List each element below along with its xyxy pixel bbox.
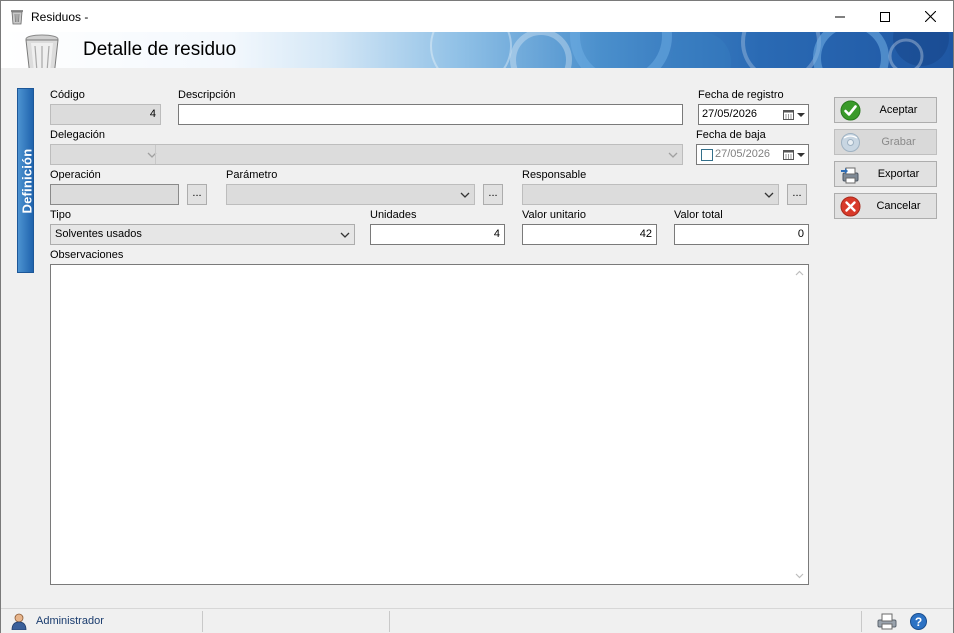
maximize-button[interactable] — [862, 1, 908, 32]
scroll-up-icon[interactable] — [795, 270, 804, 276]
valor-total-field[interactable]: 0 — [674, 224, 809, 245]
maximize-icon — [880, 11, 890, 22]
aceptar-label: Aceptar — [879, 104, 918, 116]
help-icon[interactable]: ? — [910, 613, 927, 630]
delegacion-select[interactable] — [50, 144, 683, 165]
responsable-label: Responsable — [522, 169, 587, 181]
chevron-down-icon — [460, 192, 470, 198]
tab-definicion-label: Definición — [19, 148, 35, 214]
tab-definicion[interactable]: Definición — [17, 88, 35, 273]
minimize-button[interactable] — [817, 1, 863, 32]
status-user: Administrador — [36, 615, 104, 627]
minimize-icon — [835, 16, 845, 17]
chevron-down-icon — [797, 153, 805, 157]
calendar-icon — [783, 110, 794, 120]
calendar-icon — [783, 150, 794, 160]
fecha-registro-picker[interactable]: 27/05/2026 — [698, 104, 809, 125]
status-divider — [389, 611, 390, 632]
window: Residuos - Detalle de residuo Definición… — [0, 0, 954, 633]
descripcion-field[interactable] — [178, 104, 683, 125]
status-divider — [202, 611, 203, 632]
check-icon — [840, 100, 861, 121]
chevron-down-icon — [764, 192, 774, 198]
valor-total-label: Valor total — [674, 209, 723, 221]
cancelar-button[interactable]: Cancelar — [834, 193, 937, 219]
status-divider — [861, 611, 862, 632]
page-title: Detalle de residuo — [83, 39, 237, 60]
tipo-select[interactable]: Solventes usados — [50, 224, 355, 245]
codigo-label: Código — [50, 89, 85, 101]
operacion-browse-button[interactable]: ... — [187, 184, 207, 205]
status-bar: Administrador ? — [1, 608, 953, 633]
aceptar-button[interactable]: Aceptar — [834, 97, 937, 123]
export-icon — [841, 167, 859, 184]
fecha-baja-label: Fecha de baja — [696, 129, 766, 141]
window-title: Residuos - — [31, 10, 89, 24]
responsable-browse-button[interactable]: ... — [787, 184, 807, 205]
unidades-field[interactable]: 4 — [370, 224, 505, 245]
fecha-baja-checkbox[interactable] — [701, 149, 713, 161]
observaciones-scrollbar[interactable] — [791, 265, 808, 584]
cancelar-label: Cancelar — [876, 200, 921, 212]
fecha-registro-label: Fecha de registro — [698, 89, 784, 101]
tipo-value: Solventes usados — [55, 228, 142, 240]
grabar-button[interactable]: Grabar — [834, 129, 937, 155]
codigo-field[interactable]: 4 — [50, 104, 161, 125]
chevron-down-icon — [340, 232, 350, 238]
tipo-label: Tipo — [50, 209, 71, 221]
combo-separator — [155, 145, 156, 164]
descripcion-label: Descripción — [178, 89, 236, 101]
printer-icon[interactable] — [877, 613, 897, 630]
unidades-label: Unidades — [370, 209, 417, 221]
close-icon — [924, 11, 936, 22]
parametro-browse-button[interactable]: ... — [483, 184, 503, 205]
fecha-baja-picker[interactable]: 27/05/2026 — [696, 144, 809, 165]
valor-unitario-field[interactable]: 42 — [522, 224, 657, 245]
operacion-field[interactable] — [50, 184, 179, 205]
fecha-baja-value: 27/05/2026 — [715, 148, 771, 160]
valor-unitario-label: Valor unitario — [522, 209, 586, 221]
grabar-label: Grabar — [881, 136, 916, 148]
svg-text:?: ? — [915, 615, 922, 629]
close-button[interactable] — [907, 1, 953, 32]
observaciones-label: Observaciones — [50, 249, 124, 261]
cancel-icon — [840, 196, 861, 217]
parametro-select[interactable] — [226, 184, 475, 205]
parametro-label: Parámetro — [226, 169, 278, 181]
delegacion-label: Delegación — [50, 129, 106, 141]
disk-icon — [841, 133, 860, 152]
title-bar: Residuos - — [1, 1, 953, 32]
responsable-select[interactable] — [522, 184, 779, 205]
header-banner: Detalle de residuo — [1, 32, 953, 68]
user-icon — [11, 613, 27, 630]
exportar-label: Exportar — [877, 168, 920, 180]
trash-app-icon — [11, 10, 23, 25]
exportar-button[interactable]: Exportar — [834, 161, 937, 187]
observaciones-textarea[interactable] — [50, 264, 809, 585]
scroll-down-icon[interactable] — [795, 573, 804, 579]
fecha-registro-value: 27/05/2026 — [702, 108, 758, 120]
trash-bin-icon — [25, 34, 59, 68]
operacion-label: Operación — [50, 169, 101, 181]
chevron-down-icon — [668, 152, 678, 158]
chevron-down-icon — [797, 113, 805, 117]
